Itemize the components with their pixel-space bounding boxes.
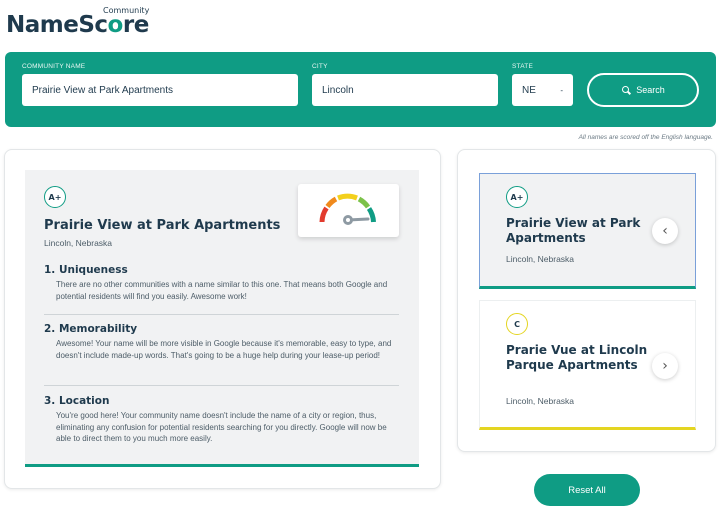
- grade-badge: C: [506, 313, 528, 335]
- location-section: 3. Location You're good here! Your commu…: [44, 395, 399, 445]
- community-location: Lincoln, Nebraska: [44, 238, 113, 248]
- city-input[interactable]: Lincoln: [312, 74, 498, 106]
- search-bar: COMMUNITY NAME Prairie View at Park Apar…: [5, 52, 716, 127]
- state-select[interactable]: NE -: [512, 74, 573, 106]
- uniqueness-text: There are no other communities with a na…: [56, 280, 388, 301]
- result-location: Lincoln, Nebraska: [506, 396, 575, 406]
- chevron-left-icon[interactable]: ‹: [652, 218, 678, 244]
- memorability-section: 2. Memorability Awesome! Your name will …: [44, 323, 399, 361]
- community-name-input[interactable]: Prairie View at Park Apartments: [22, 74, 298, 106]
- uniqueness-section: 1. Uniqueness There are no other communi…: [44, 264, 399, 302]
- chevron-right-icon[interactable]: ›: [652, 353, 678, 379]
- gauge-meter-icon: [319, 193, 376, 225]
- city-label: CITY: [312, 63, 328, 70]
- grade-badge: A+: [506, 186, 528, 208]
- state-value: NE: [522, 84, 536, 96]
- search-icon: [621, 85, 631, 95]
- result-name: Prarie Vue at Lincoln Parque Apartments: [506, 343, 648, 372]
- namescore-logo[interactable]: Community NameScore: [6, 4, 156, 38]
- result-name: Prairie View at Park Apartments: [506, 216, 641, 245]
- search-button-label: Search: [636, 85, 665, 95]
- english-language-note: All names are scored off the English lan…: [578, 134, 713, 141]
- location-heading: 3. Location: [44, 395, 110, 407]
- result-location: Lincoln, Nebraska: [506, 254, 575, 264]
- memorability-heading: 2. Memorability: [44, 323, 138, 335]
- memorability-text: Awesome! Your name will be more visible …: [56, 339, 392, 360]
- score-gauge: [298, 184, 399, 237]
- community-name-label: COMMUNITY NAME: [22, 63, 86, 70]
- logo-wordmark: NameScore: [6, 12, 149, 38]
- score-detail-panel: A+ Prairie View at Park Apartments Linco…: [4, 149, 441, 489]
- search-button[interactable]: Search: [587, 73, 699, 107]
- community-title: Prairie View at Park Apartments: [44, 218, 281, 233]
- result-card-selected[interactable]: A+ Prairie View at Park Apartments Linco…: [479, 173, 696, 289]
- result-card[interactable]: C Prarie Vue at Lincoln Parque Apartment…: [479, 300, 696, 430]
- reset-all-button[interactable]: Reset All: [534, 474, 640, 506]
- score-detail-card: A+ Prairie View at Park Apartments Linco…: [25, 170, 419, 467]
- grade-badge: A+: [44, 186, 66, 208]
- section-divider: [44, 385, 399, 386]
- section-divider: [44, 314, 399, 315]
- results-panel: A+ Prairie View at Park Apartments Linco…: [457, 149, 716, 452]
- location-text: You're good here! Your community name do…: [56, 411, 387, 443]
- state-label: STATE: [512, 63, 533, 70]
- dropdown-caret-icon: -: [560, 85, 563, 95]
- uniqueness-heading: 1. Uniqueness: [44, 264, 128, 276]
